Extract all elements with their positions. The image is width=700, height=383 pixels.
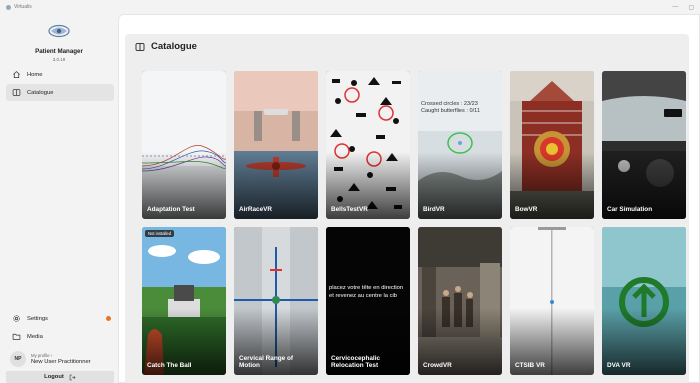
catalogue-panel: Catalogue Adaptation Test AirRaceVR BellsT… [125, 34, 689, 383]
card-title: BellsTestVR [331, 206, 368, 214]
catalogue-card[interactable]: DVA VR [602, 227, 686, 375]
catalogue-card[interactable]: AirRaceVR [234, 71, 318, 219]
card-title: CTSIB VR [515, 362, 545, 370]
window-controls: — ▢ [672, 4, 694, 11]
chevron-right-icon: › [50, 353, 53, 358]
window-title-text: Virtualis [14, 4, 32, 10]
card-title: AirRaceVR [239, 206, 273, 214]
page-title-text: Catalogue [151, 41, 197, 52]
catalogue-card[interactable]: Car Simulation [602, 71, 686, 219]
bottom-nav: Settings Media [6, 310, 114, 346]
page-title: Catalogue [135, 41, 197, 52]
overlay-line: et revenez au centre la cib [329, 292, 397, 299]
main-area: Catalogue Adaptation Test AirRaceVR BellsT… [118, 14, 700, 383]
nav-item-media[interactable]: Media [6, 328, 114, 345]
card-title: Car Simulation [607, 206, 653, 214]
logout-label: Logout [44, 374, 64, 380]
nav-item-label: Settings [27, 315, 48, 322]
card-title: CrowdVR [423, 362, 452, 370]
card-overlay-text: placez votre tête en direction et revenez… [329, 285, 403, 301]
main-nav: Home Catalogue [6, 66, 114, 102]
card-title: BirdVR [423, 206, 445, 214]
overlay-line: Crossed circles : 23/23 [421, 101, 478, 107]
card-title: Adaptation Test [147, 206, 195, 214]
profile-label: My profile [31, 353, 50, 358]
card-title: Cervical Range of Motion [239, 354, 293, 370]
restore-icon[interactable]: ▢ [688, 4, 694, 11]
folder-icon [12, 333, 21, 340]
catalogue-card[interactable]: placez votre tête en direction et revenez… [326, 227, 410, 375]
nav-item-label: Media [27, 333, 43, 340]
app-icon [6, 4, 11, 10]
status-badge: Not installed [145, 230, 175, 237]
brand: Patient Manager 3.0.19 [0, 24, 118, 62]
catalogue-card[interactable]: Adaptation Test [142, 71, 226, 219]
card-title: BowVR [515, 206, 538, 214]
catalogue-card[interactable]: Cervical Range of Motion [234, 227, 318, 375]
catalogue-card[interactable]: Not installed Catch The Ball [142, 227, 226, 375]
app-version: 3.0.19 [52, 57, 66, 62]
catalogue-card[interactable]: CrowdVR [418, 227, 502, 375]
logout-icon [69, 374, 76, 380]
catalogue-card[interactable]: BowVR [510, 71, 594, 219]
title-bar: Virtualis — ▢ [0, 0, 700, 14]
book-icon [135, 42, 145, 51]
catalogue-card[interactable]: CTSIB VR [510, 227, 594, 375]
overlay-line: Caught butterflies : 0/11 [421, 108, 480, 115]
nav-item-catalogue[interactable]: Catalogue [6, 84, 114, 101]
notification-dot [106, 316, 111, 321]
catalogue-card[interactable]: BellsTestVR [326, 71, 410, 219]
book-icon [12, 89, 21, 96]
profile-name: New User Practitionner [31, 359, 91, 365]
virtualis-logo-icon [48, 24, 70, 38]
card-title: DVA VR [607, 362, 631, 370]
logout-button[interactable]: Logout [6, 371, 114, 383]
nav-item-home[interactable]: Home [6, 66, 114, 83]
nav-item-label: Home [27, 71, 43, 78]
sidebar: Patient Manager 3.0.19 Home Catalogue Se… [0, 14, 118, 383]
avatar: NP [10, 351, 26, 367]
profile-block[interactable]: NP My profile › New User Practitionner [6, 347, 114, 371]
card-title: Catch The Ball [147, 362, 192, 370]
app-name: Patient Manager [35, 48, 83, 55]
gear-icon [13, 315, 20, 322]
minimize-icon[interactable]: — [672, 4, 678, 11]
nav-item-label: Catalogue [27, 89, 54, 96]
home-icon [13, 71, 20, 79]
card-overlay-text: Crossed circles : 23/23 Caught butterflie… [421, 101, 480, 116]
overlay-line: placez votre tête en direction [329, 285, 404, 291]
window-title: Virtualis [6, 4, 32, 10]
nav-item-settings[interactable]: Settings [6, 310, 114, 327]
card-title: Cervicocephalic Relocation Test [331, 354, 381, 370]
catalogue-card[interactable]: Crossed circles : 23/23 Caught butterflie… [418, 71, 502, 219]
